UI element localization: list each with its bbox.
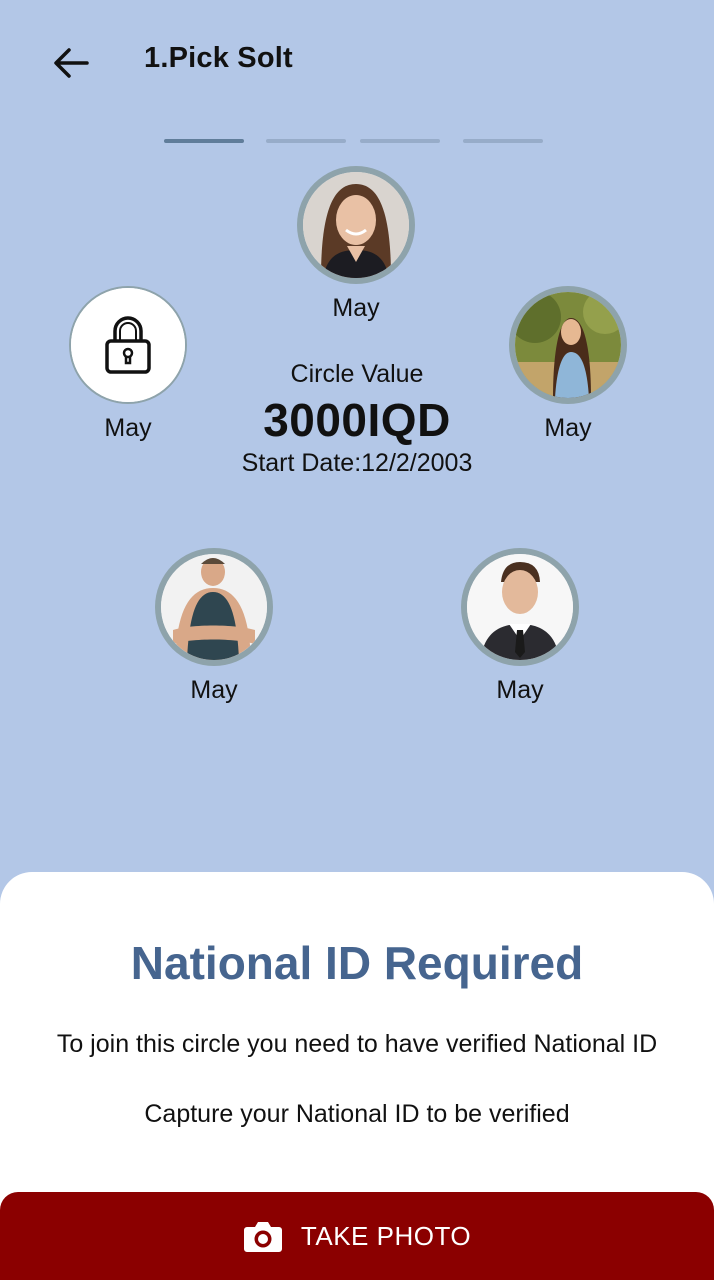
step-indicator bbox=[0, 139, 714, 145]
circle-value-amount: 3000IQD bbox=[263, 394, 451, 446]
member-slot-bottom-left[interactable]: May bbox=[154, 548, 274, 705]
sheet-message: To join this circle you need to have ver… bbox=[56, 1030, 658, 1058]
page-title: 1.Pick Solt bbox=[144, 42, 293, 74]
member-name: May bbox=[496, 676, 544, 704]
member-name: May bbox=[190, 676, 238, 704]
member-slot-bottom-right[interactable]: May bbox=[460, 548, 580, 705]
member-slot-top[interactable]: May bbox=[296, 166, 416, 323]
man-tank-top-photo bbox=[161, 554, 267, 660]
arrow-left-icon bbox=[54, 48, 89, 78]
avatar bbox=[461, 548, 579, 666]
avatar bbox=[297, 166, 415, 284]
sheet-instruction: Capture your National ID to be verified bbox=[144, 1100, 570, 1128]
lock-icon bbox=[105, 316, 151, 374]
avatar bbox=[155, 548, 273, 666]
circle-info: Circle Value 3000IQD Start Date:12/2/200… bbox=[157, 360, 557, 478]
circle-value-label: Circle Value bbox=[290, 360, 424, 388]
step-1-active bbox=[164, 139, 244, 143]
camera-icon bbox=[243, 1222, 282, 1252]
woman-brown-hair-photo bbox=[303, 172, 409, 278]
back-button[interactable] bbox=[48, 40, 94, 86]
header: 1.Pick Solt bbox=[0, 0, 714, 124]
step-3 bbox=[360, 139, 440, 143]
take-photo-label: TAKE PHOTO bbox=[300, 1220, 472, 1251]
member-name: May bbox=[332, 294, 380, 322]
step-4 bbox=[463, 139, 543, 143]
man-suit-photo bbox=[467, 554, 573, 660]
start-date: Start Date:12/2/2003 bbox=[241, 449, 473, 477]
step-2 bbox=[266, 139, 346, 143]
take-photo-button[interactable]: TAKE PHOTO bbox=[0, 1192, 714, 1280]
sheet-title: National ID Required bbox=[130, 937, 584, 989]
